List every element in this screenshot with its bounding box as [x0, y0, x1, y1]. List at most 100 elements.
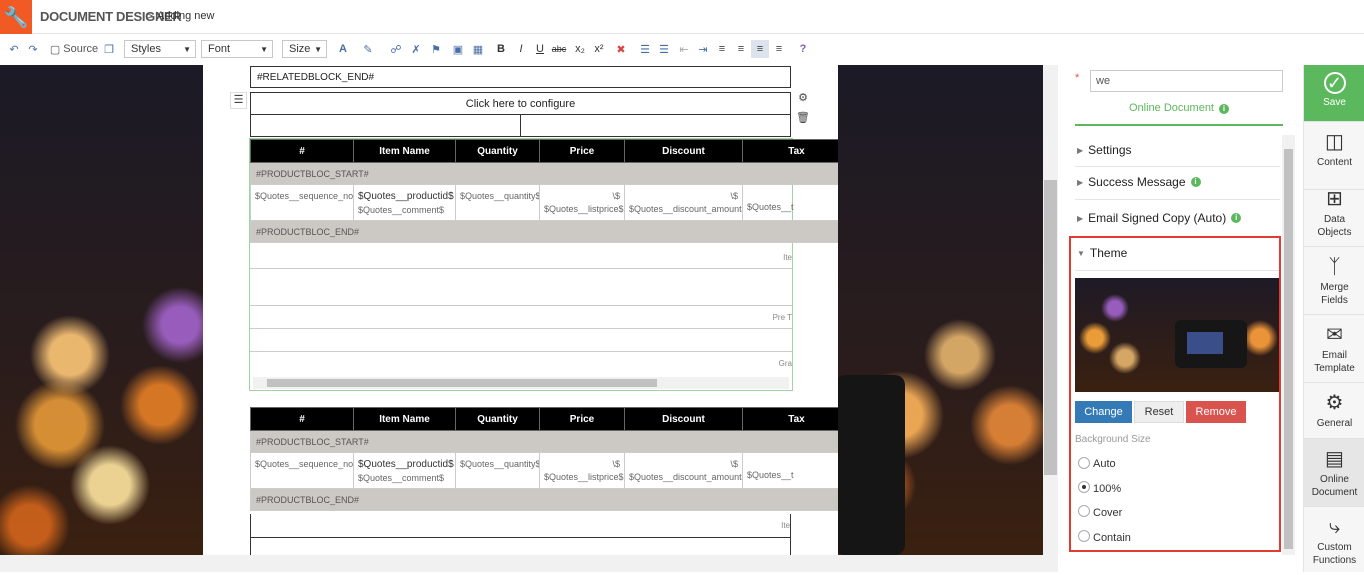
main-horizontal-scrollbar[interactable]	[0, 555, 1058, 572]
divider	[1075, 166, 1280, 167]
block-end-row: #PRODUCTBLOC_END#	[250, 488, 838, 511]
help-icon[interactable]: ?	[795, 40, 811, 58]
redo-icon[interactable]: ↷	[25, 40, 41, 58]
settings-section[interactable]: ▶ Settings	[1077, 143, 1132, 157]
indent-icon[interactable]: ⇥	[695, 40, 711, 58]
align-right-icon[interactable]: ≡	[751, 40, 769, 58]
size-dropdown[interactable]: Size ▼	[282, 40, 327, 58]
panel-scrollbar[interactable]	[1282, 135, 1295, 555]
camera-screen	[1187, 332, 1223, 354]
bullet-list-icon[interactable]: ☰	[656, 40, 672, 58]
superscript-icon[interactable]: x²	[591, 40, 607, 58]
col-header: Tax	[742, 407, 838, 431]
align-left-icon[interactable]: ≡	[714, 40, 730, 58]
cell-currency: \$	[730, 459, 738, 469]
align-center-icon[interactable]: ≡	[733, 40, 749, 58]
product-table: # Item Name Quantity Price Discount Tax #PROD…	[250, 139, 838, 243]
source-button[interactable]: ▢ Source	[50, 40, 98, 58]
email-signed-copy-section[interactable]: ▶ Email Signed Copy (Auto) i	[1077, 211, 1242, 225]
wrench-icon[interactable]: 🔧	[0, 0, 32, 34]
summary-pretax: Pre T	[250, 306, 792, 329]
cell-product: $Quotes__productid$	[358, 191, 454, 202]
status-underline	[1075, 124, 1283, 126]
underline-icon[interactable]: U	[532, 40, 548, 58]
cell-sequence: $Quotes__sequence_no$	[250, 184, 354, 221]
subscript-icon[interactable]: x₂	[572, 40, 588, 58]
cell-discount: $Quotes__discount_amount$	[629, 204, 743, 214]
strikethrough-icon[interactable]: abc	[551, 40, 567, 58]
link-icon[interactable]: ☍	[388, 40, 404, 58]
rail-general-label: General	[1316, 418, 1353, 429]
caret-down-icon: ▼	[1077, 248, 1085, 258]
gear-icon[interactable]: ⚙	[795, 91, 811, 107]
font-dropdown[interactable]: Font ▼	[201, 40, 273, 58]
table-horizontal-scrollbar[interactable]	[253, 377, 789, 389]
document-layout-icon: ▤	[1325, 448, 1344, 470]
rail-merge-fields[interactable]: ᛉ Merge Fields	[1304, 247, 1364, 315]
scrollbar-thumb[interactable]	[267, 379, 657, 387]
required-mark: *	[1075, 72, 1080, 84]
undo-icon[interactable]: ↶	[6, 40, 22, 58]
table-icon[interactable]: ▦	[470, 40, 486, 58]
success-message-label: Success Message	[1088, 175, 1186, 189]
rail-general[interactable]: ⚙ General	[1304, 383, 1364, 439]
radio-contain-label: Contain	[1093, 532, 1131, 544]
image-icon[interactable]: ▣	[450, 40, 466, 58]
row-menu-icon[interactable]: ☰	[230, 92, 247, 109]
remove-button[interactable]: Remove	[1186, 401, 1246, 423]
source-label: Source	[63, 43, 99, 55]
related-block-end[interactable]: #RELATEDBLOCK_END#	[250, 66, 791, 88]
main-vertical-scrollbar[interactable]	[1043, 65, 1058, 555]
styles-dropdown[interactable]: Styles ▼	[124, 40, 196, 58]
caret-right-icon: ▶	[1077, 145, 1084, 155]
scrollbar-thumb[interactable]	[1044, 180, 1057, 475]
radio-contain[interactable]	[1078, 530, 1090, 542]
justify-icon[interactable]: ≡	[771, 40, 787, 58]
document-page[interactable]: #RELATEDBLOCK_END# Click here to configu…	[203, 65, 838, 555]
summary-blank	[250, 538, 791, 555]
rail-online-document[interactable]: ▤ Online Document	[1304, 439, 1364, 507]
theme-section[interactable]: ▼ Theme	[1077, 246, 1127, 260]
rail-data-objects[interactable]: ⊞ Data Objects	[1304, 179, 1364, 247]
name-input[interactable]	[1090, 70, 1283, 92]
rail-custom-functions[interactable]: ⤷ Custom Functions	[1304, 507, 1364, 575]
trash-icon[interactable]: 🗑	[795, 111, 811, 127]
rail-online-document-label: Online Document	[1311, 474, 1358, 498]
copy-icon[interactable]: ❐	[101, 40, 117, 58]
breadcrumb: Adding new	[157, 10, 215, 22]
remove-format-icon[interactable]: ✖	[613, 40, 629, 58]
top-bar: 🔧 DOCUMENT DESIGNER > Adding new	[0, 0, 1364, 34]
change-button[interactable]: Change	[1075, 401, 1132, 423]
cell-quantity: $Quotes__quantity$	[455, 184, 540, 221]
info-icon: i	[1219, 104, 1229, 114]
block-start-row: #PRODUCTBLOC_START#	[250, 430, 838, 453]
unlink-icon[interactable]: ✗	[408, 40, 424, 58]
camera-image	[1175, 320, 1247, 368]
outdent-icon[interactable]: ⇤	[676, 40, 692, 58]
radio-100[interactable]	[1078, 481, 1090, 493]
text-color-icon[interactable]: A	[335, 40, 351, 58]
chevron-down-icon: ▼	[260, 45, 268, 54]
radio-auto[interactable]	[1078, 457, 1090, 469]
radio-cover[interactable]	[1078, 505, 1090, 517]
save-button[interactable]: ✓ Save	[1304, 65, 1364, 122]
scrollbar-thumb[interactable]	[1284, 149, 1293, 549]
rail-email-template[interactable]: ✉ Email Template	[1304, 315, 1364, 383]
caret-right-icon: ▶	[1077, 177, 1084, 187]
configure-block[interactable]: Click here to configure	[250, 92, 791, 137]
configure-link[interactable]: Click here to configure	[251, 93, 790, 115]
bg-color-icon[interactable]: ✎	[360, 40, 376, 58]
theme-label: Theme	[1089, 246, 1128, 260]
col-header: #	[250, 407, 354, 431]
numbered-list-icon[interactable]: ☰	[637, 40, 653, 58]
gear-icon: ⚙	[1325, 392, 1344, 414]
italic-icon[interactable]: I	[513, 40, 529, 58]
col-header: Quantity	[455, 139, 540, 163]
cell-currency: \$	[612, 191, 620, 201]
email-signed-copy-label: Email Signed Copy (Auto)	[1088, 211, 1227, 225]
reset-button[interactable]: Reset	[1134, 401, 1184, 423]
success-message-section[interactable]: ▶ Success Message i	[1077, 175, 1201, 189]
anchor-flag-icon[interactable]: ⚑	[428, 40, 444, 58]
block-start-row: #PRODUCTBLOC_START#	[250, 162, 838, 185]
bold-icon[interactable]: B	[493, 40, 509, 58]
